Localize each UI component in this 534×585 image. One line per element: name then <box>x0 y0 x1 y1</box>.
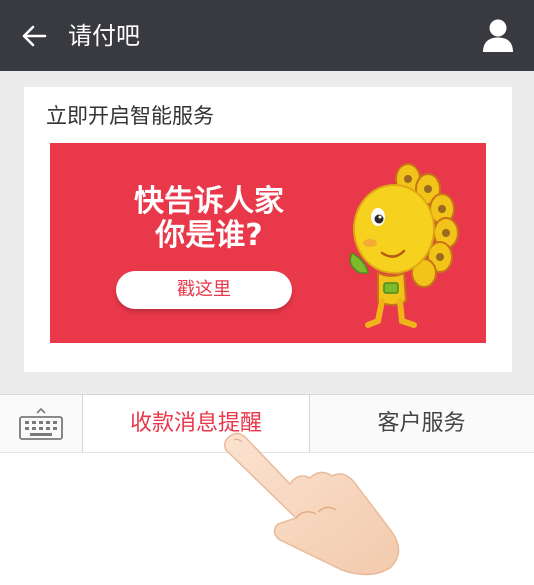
service-card: 立即开启智能服务 快告诉人家 你是谁? 戳这里 <box>24 87 512 372</box>
banner-headline: 快告诉人家 你是谁? <box>124 185 294 253</box>
banner-headline-line1: 快告诉人家 <box>134 184 284 219</box>
banner-headline-line2: 你是谁? <box>155 218 263 253</box>
pointing-hand-icon <box>223 432 400 576</box>
keyboard-icon <box>19 407 63 440</box>
card-title: 立即开启智能服务 <box>46 104 214 128</box>
top-navigation-bar: 请付吧 <box>0 0 534 71</box>
promo-banner[interactable]: 快告诉人家 你是谁? 戳这里 <box>50 143 486 343</box>
content-area: 立即开启智能服务 快告诉人家 你是谁? 戳这里 <box>0 71 534 394</box>
tap-here-button[interactable]: 戳这里 <box>116 271 292 309</box>
keyboard-toggle-button[interactable] <box>0 395 82 452</box>
user-icon[interactable] <box>482 18 514 54</box>
sunflower-mascot-icon <box>349 163 459 328</box>
arrow-left-icon[interactable] <box>20 22 48 50</box>
page-title: 请付吧 <box>68 22 140 50</box>
